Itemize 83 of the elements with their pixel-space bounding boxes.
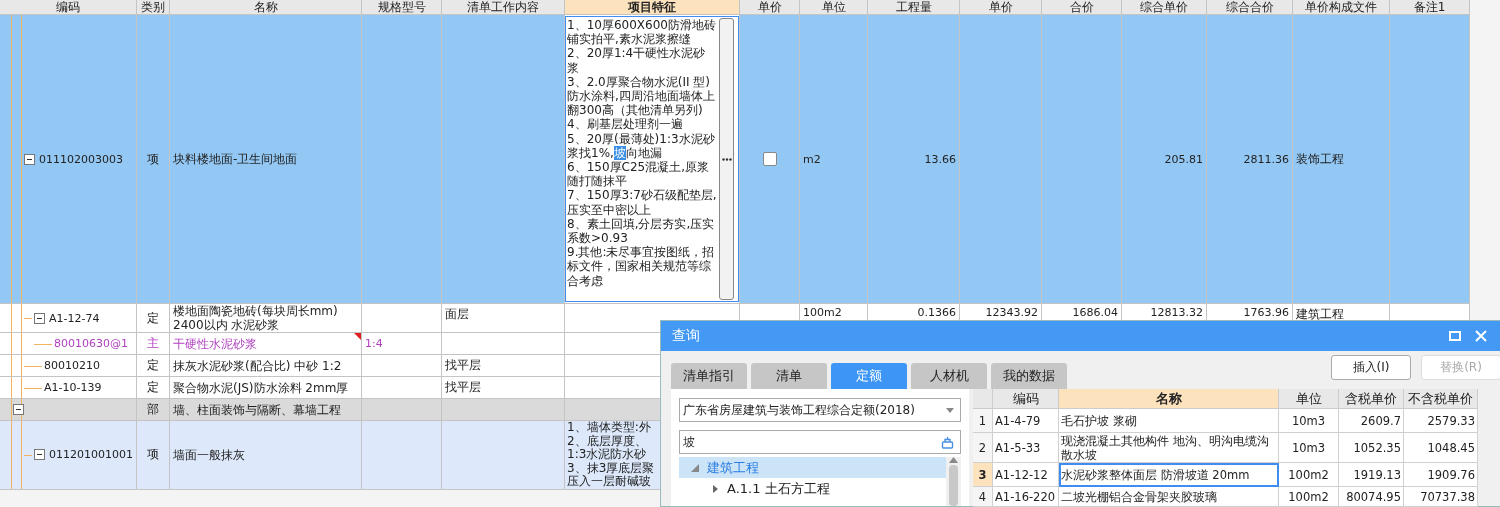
column-header: 规格型号	[362, 0, 442, 15]
code-cell: A1-12-12	[993, 463, 1059, 487]
price-cell: 2609.7	[1339, 409, 1404, 433]
code-cell: A1-4-79	[993, 409, 1059, 433]
composite-unit-price: 12813.32	[1150, 306, 1203, 319]
column-header: 含税单价	[1339, 389, 1404, 409]
item-name: 楼地面陶瓷地砖(每块周长mm) 2400以内 水泥砂浆	[173, 304, 339, 332]
category-label: 项	[147, 150, 159, 168]
column-header: 类别	[137, 0, 170, 15]
category-label: 主	[147, 335, 159, 352]
total-price: 1686.04	[1072, 306, 1118, 319]
column-header: 单位	[800, 0, 868, 15]
column-header: 单位	[1279, 389, 1339, 409]
name-cell: 毛石护坡 浆砌	[1059, 409, 1279, 433]
price-cell: 1909.76	[1404, 463, 1478, 487]
work-content-text: 找平层	[445, 379, 481, 396]
spec-text: 1:4	[365, 337, 383, 350]
feature-text: 1、墙体类型:外	[567, 421, 651, 435]
work-content-text: 面层	[445, 306, 469, 323]
item-name: 抹灰水泥砂浆(配合比) 中砂 1:2	[173, 358, 342, 373]
price-cell: 70737.38	[1404, 487, 1478, 507]
column-header: 编码	[0, 0, 137, 15]
price-cell: 80074.95	[1339, 487, 1404, 507]
column-header: 清单工作内容	[442, 0, 565, 15]
quantity-value: 13.66	[924, 152, 956, 166]
column-header: 备注1	[1390, 0, 1470, 15]
feature-text: 2、底层厚度、	[567, 434, 647, 448]
price-cell: 1052.35	[1339, 433, 1404, 463]
category-label: 定	[147, 379, 159, 396]
code-cell: A1-5-33	[993, 433, 1059, 463]
price-cell: 2579.33	[1404, 409, 1478, 433]
quantity-value: 0.1366	[917, 306, 956, 319]
column-header: 单价	[960, 0, 1042, 15]
price-file-text: 装饰工程	[1296, 150, 1344, 168]
category-label: 定	[147, 309, 159, 327]
category-label: 部	[147, 401, 159, 418]
item-code: A1-10-139	[44, 381, 102, 394]
column-header: 工程量	[868, 0, 960, 15]
unit-cell: 100m2	[1279, 487, 1339, 507]
name-cell: 现浇混凝土其他构件 地沟、明沟电缆沟散水坡	[1059, 433, 1279, 463]
column-header: 项目特征	[565, 0, 740, 15]
item-name: 块料楼地面-卫生间地面	[173, 152, 298, 166]
item-code: 011201001001	[49, 448, 133, 462]
column-header: 不含税单价	[1404, 389, 1478, 409]
unit-text: 100m2	[803, 306, 842, 319]
search-value: 坡	[683, 433, 695, 451]
name-cell: 水泥砂浆整体面层 防滑坡道 20mm	[1059, 463, 1279, 487]
category-label: 定	[147, 357, 159, 374]
feature-text: 压入一层耐碱玻	[567, 475, 651, 489]
item-name: 干硬性水泥砂浆	[173, 336, 257, 351]
item-code: 011102003003	[39, 152, 123, 166]
code-cell: A1-16-220	[993, 487, 1059, 507]
unit-text: m2	[803, 152, 821, 166]
column-header: 综合单价	[1122, 0, 1207, 15]
item-name: 墙面一般抹灰	[173, 447, 245, 462]
item-name: 墙、柱面装饰与隔断、幕墙工程	[173, 402, 341, 417]
price-file-text: 建筑工程	[1296, 306, 1344, 323]
column-header: 名称	[1059, 389, 1279, 409]
item-name: 聚合物水泥(JS)防水涂料 2mm厚	[173, 380, 349, 395]
item-code: 80010630@1	[54, 337, 128, 350]
column-header: 综合合价	[1207, 0, 1293, 15]
category-label: 项	[147, 446, 159, 464]
column-header: 名称	[170, 0, 362, 15]
item-code: A1-12-74	[49, 311, 100, 325]
unit-price: 12343.92	[985, 306, 1038, 319]
unit-cell: 10m3	[1279, 409, 1339, 433]
feature-text: 1:3水泥防水砂	[567, 448, 647, 462]
feature-text: 3、抹3厚底层聚	[567, 461, 655, 475]
dropdown-value: 广东省房屋建筑与装饰工程综合定额(2018)	[683, 401, 915, 419]
item-code: 80010210	[44, 359, 100, 372]
price-cell: 1919.13	[1339, 463, 1404, 487]
column-header: 单价构成文件	[1293, 0, 1390, 15]
work-content-text: 找平层	[445, 357, 481, 374]
column-header: 单价	[740, 0, 800, 15]
composite-total: 2811.36	[1243, 152, 1289, 166]
column-header: 编码	[993, 389, 1059, 409]
unit-cell: 100m2	[1279, 463, 1339, 487]
column-header: 合价	[1042, 0, 1122, 15]
name-cell: 二坡光棚铝合金骨架夹胶玻璃	[1059, 487, 1279, 507]
unit-cell: 10m3	[1279, 433, 1339, 463]
composite-unit-price: 205.81	[1164, 152, 1203, 166]
price-cell: 1048.45	[1404, 433, 1478, 463]
composite-total: 1763.96	[1243, 306, 1289, 319]
